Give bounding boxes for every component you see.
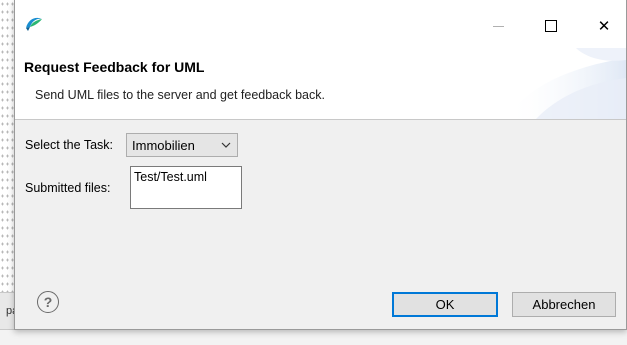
submitted-file-item[interactable]: Test/Test.uml — [134, 170, 207, 184]
submitted-files-list[interactable]: Test/Test.uml — [130, 166, 242, 209]
task-select[interactable]: Immobilien — [126, 133, 238, 157]
cancel-button[interactable]: Abbrechen — [512, 292, 616, 317]
app-logo-icon — [26, 17, 42, 31]
files-label: Submitted files: — [25, 181, 111, 195]
title-bar[interactable]: ✕ — [15, 0, 626, 48]
close-button[interactable]: ✕ — [581, 14, 627, 38]
help-icon[interactable]: ? — [37, 291, 59, 313]
maximize-icon — [545, 20, 557, 32]
page-description: Send UML files to the server and get fee… — [35, 88, 325, 102]
maximize-button[interactable] — [528, 14, 574, 38]
background-statusbar — [0, 330, 627, 345]
help-glyph: ? — [43, 294, 53, 310]
feedback-dialog: ✕ Request Feedback for UML Send UML file… — [14, 0, 627, 330]
wizard-header: Request Feedback for UML Send UML files … — [15, 48, 626, 120]
chevron-down-icon — [221, 142, 231, 148]
task-label: Select the Task: — [25, 138, 114, 152]
ok-button[interactable]: OK — [392, 292, 498, 317]
close-icon: ✕ — [597, 18, 611, 35]
minimize-button[interactable] — [475, 14, 521, 38]
page-title: Request Feedback for UML — [24, 59, 205, 75]
minimize-icon — [492, 25, 504, 27]
header-banner-graphic — [506, 48, 626, 119]
task-select-value: Immobilien — [132, 137, 195, 153]
